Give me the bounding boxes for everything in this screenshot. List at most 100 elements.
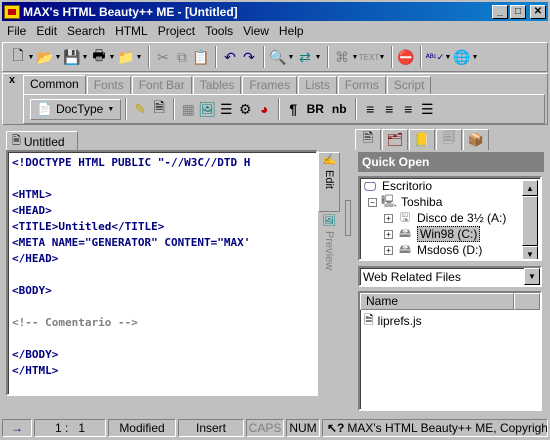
spell-check-button[interactable]: ᴬᴮᶜ✓ ▼ [426, 46, 452, 68]
stop-button[interactable]: ⛔ [397, 46, 415, 68]
scroll-up-icon[interactable]: ▲ [522, 180, 538, 196]
maximize-button[interactable]: □ [510, 4, 526, 19]
color-button[interactable]: ◕ [255, 98, 273, 120]
panel-splitter[interactable] [344, 130, 353, 410]
menu-edit[interactable]: Edit [31, 24, 62, 38]
collapse-icon[interactable]: − [368, 197, 377, 207]
menu-view[interactable]: View [238, 24, 274, 38]
open-button[interactable]: 📂 ▼ [36, 46, 62, 68]
list-item[interactable]: 🗎 liprefs.js [360, 313, 540, 329]
align-left-button[interactable]: ≡ [361, 98, 379, 120]
code-text[interactable]: <!DOCTYPE HTML PUBLIC "-//W3C//DTD H <HT… [8, 152, 316, 382]
replace-button[interactable]: ⇄ ▼ [296, 46, 322, 68]
tab-tables[interactable]: Tables [192, 76, 242, 94]
menu-project[interactable]: Project [153, 24, 200, 38]
chevron-down-icon[interactable]: ▼ [108, 54, 116, 61]
tree-item-toshiba[interactable]: − 🖳 Toshiba [360, 194, 540, 210]
close-button[interactable]: ✕ [530, 4, 546, 19]
tab-frames[interactable]: Frames [242, 76, 298, 94]
new-file-button[interactable]: 🗋 ▼ [9, 46, 35, 68]
tab-lists[interactable]: Lists [298, 76, 337, 94]
splitter-handle[interactable] [345, 200, 351, 236]
nbsp-label: nb [331, 102, 347, 116]
scroll-down-icon[interactable]: ▼ [522, 246, 538, 259]
cut-button[interactable]: ✂ [154, 46, 172, 68]
align-center-button[interactable]: ≡ [380, 98, 398, 120]
chevron-down-icon[interactable]: ▼ [81, 54, 89, 61]
pen-button[interactable]: ✎ [131, 98, 149, 120]
chevron-down-icon[interactable]: ▼ [107, 106, 114, 113]
horizontal-rule-button[interactable]: ☰ [217, 98, 235, 120]
folder-button[interactable]: 📁 ▼ [117, 46, 143, 68]
chevron-down-icon[interactable]: ▼ [135, 54, 143, 61]
editor-bottom-strip [6, 397, 342, 411]
copy-button[interactable]: ⧉ [173, 46, 191, 68]
text-button[interactable]: TEXT ▼ [359, 46, 386, 68]
menu-file[interactable]: File [2, 24, 31, 38]
file-type-value: Web Related Files [363, 269, 461, 284]
expand-icon[interactable]: + [384, 245, 393, 255]
column-name[interactable]: Name [360, 293, 514, 310]
expand-icon[interactable]: + [384, 213, 393, 223]
app-icon[interactable] [4, 4, 20, 19]
file-list[interactable]: Name 🗎 liprefs.js [358, 291, 542, 411]
chevron-down-icon[interactable]: ▼ [378, 54, 386, 61]
tab-clips[interactable]: 📒 [409, 129, 435, 150]
paragraph-button[interactable]: ¶ [284, 98, 302, 120]
paste-button[interactable]: 📋 [192, 46, 210, 68]
preview-icon: 🖼 [322, 215, 336, 227]
chevron-down-icon[interactable]: ▼ [524, 268, 540, 285]
file-type-select[interactable]: Web Related Files ▼ [358, 266, 542, 287]
tab-plugins[interactable]: 📦 [463, 129, 489, 150]
tab-templates[interactable]: 🗐 [436, 129, 462, 150]
tab-edit[interactable]: ✍ Edit [318, 152, 340, 212]
tab-common[interactable]: Common [23, 75, 86, 94]
menu-help[interactable]: Help [274, 24, 309, 38]
folder-tree[interactable]: 🖵 Escritorio − 🖳 Toshiba + 🖫 Disco de 3½… [358, 176, 542, 261]
tab-script[interactable]: Script [386, 76, 432, 94]
chevron-down-icon[interactable]: ▼ [314, 54, 322, 61]
code-editor[interactable]: <!DOCTYPE HTML PUBLIC "-//W3C//DTD H <HT… [6, 150, 318, 396]
doctype-button[interactable]: 📄 DocType ▼ [30, 98, 122, 120]
scroll-thumb[interactable] [522, 196, 538, 246]
anchor-button[interactable]: ⚙ [236, 98, 254, 120]
menu-tools[interactable]: Tools [200, 24, 238, 38]
tab-font-bar[interactable]: Font Bar [131, 76, 192, 94]
column-extra[interactable] [514, 293, 540, 310]
tab-preview[interactable]: 🖼 Preview [318, 214, 340, 280]
save-button[interactable]: 💾 ▼ [63, 46, 89, 68]
chevron-down-icon[interactable]: ▼ [471, 54, 479, 61]
chevron-down-icon[interactable]: ▼ [444, 54, 452, 61]
separator [148, 46, 150, 68]
chevron-down-icon[interactable]: ▼ [54, 54, 62, 61]
page-button[interactable]: 🗎 [150, 98, 168, 120]
line-break-button[interactable]: BR [303, 98, 327, 120]
tree-scrollbar[interactable]: ▲ ▼ [522, 180, 538, 259]
expand-icon[interactable]: + [384, 229, 393, 239]
menu-search[interactable]: Search [62, 24, 110, 38]
redo-button[interactable]: ↷ [240, 46, 258, 68]
help-icon[interactable]: ↖? [327, 421, 344, 435]
tab-untitled[interactable]: 🗎 Untitled [6, 131, 78, 151]
tab-fonts[interactable]: Fonts [86, 76, 131, 94]
minimize-button[interactable]: _ [492, 4, 508, 19]
print-button[interactable]: 🖶 ▼ [90, 46, 116, 68]
tag-button[interactable]: ⌘ ▼ [333, 46, 359, 68]
tree-item-msdos6[interactable]: + 🖴 Msdos6 (D:) [360, 242, 540, 258]
menu-html[interactable]: HTML [110, 24, 153, 38]
justify-button[interactable]: ☰ [418, 98, 436, 120]
nbsp-button[interactable]: nb [328, 98, 350, 120]
tab-forms[interactable]: Forms [337, 76, 386, 94]
close-toolbar-icon[interactable]: x [9, 74, 15, 86]
table-button[interactable]: ▦ [179, 98, 197, 120]
tab-quick-open[interactable]: 🖹 [355, 129, 381, 150]
chevron-down-icon[interactable]: ▼ [27, 54, 35, 61]
align-right-button[interactable]: ≡ [399, 98, 417, 120]
undo-button[interactable]: ↶ [221, 46, 239, 68]
browser-button[interactable]: 🌐 ▼ [453, 46, 479, 68]
chevron-down-icon[interactable]: ▼ [287, 54, 295, 61]
find-button[interactable]: 🔍 ▼ [269, 46, 295, 68]
tree-item-win98[interactable]: + 🖴 Win98 (C:) [360, 226, 540, 242]
image-button[interactable]: 🖼 [198, 98, 216, 120]
tab-tools[interactable]: 🗂 [382, 129, 408, 150]
